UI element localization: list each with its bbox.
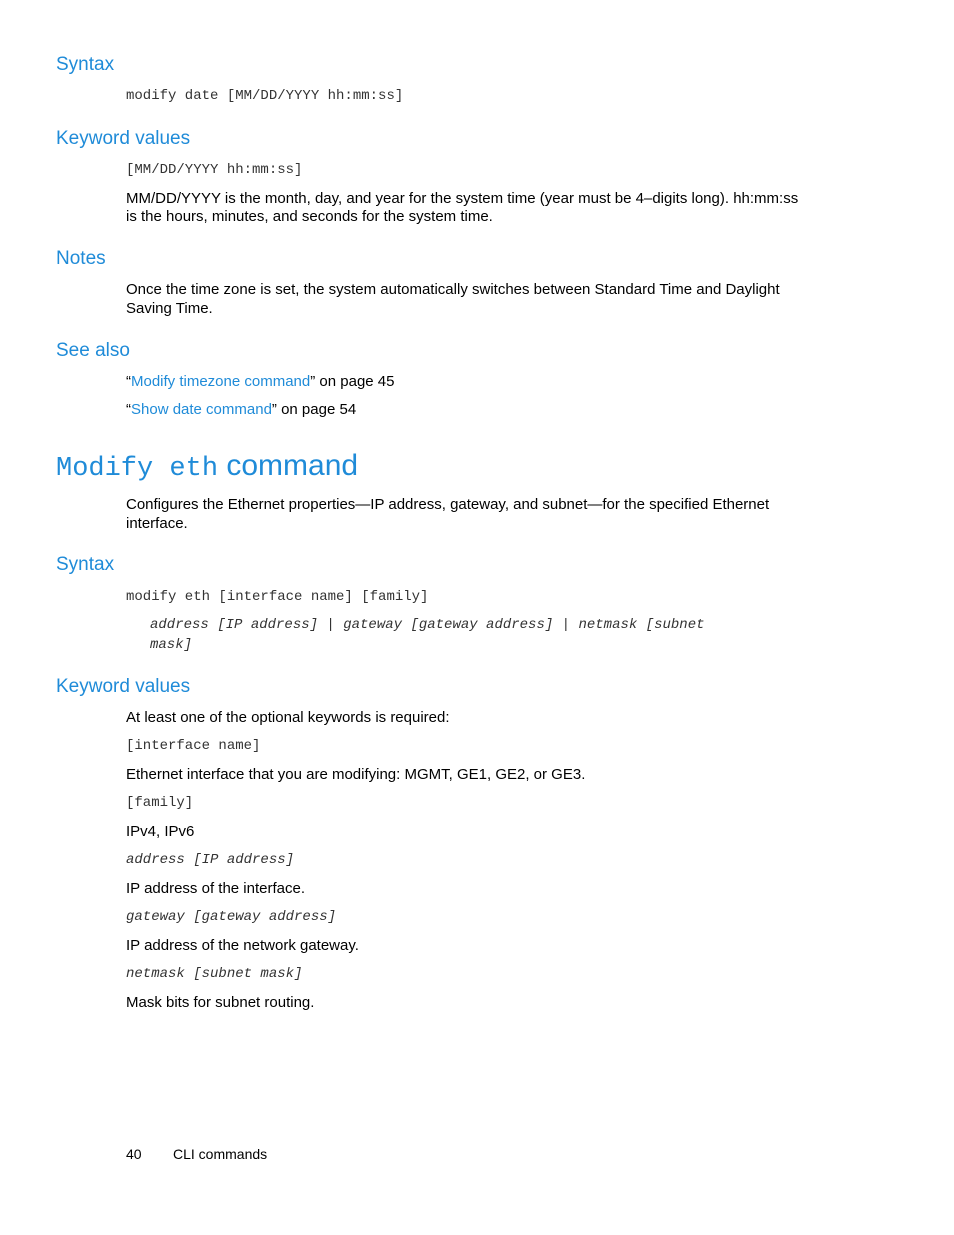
- see-also-item: “Show date command” on page 54: [126, 400, 356, 419]
- keyword-values-heading: Keyword values: [56, 128, 191, 149]
- see-also-heading: See also: [56, 340, 130, 361]
- syntax-heading: Syntax: [56, 54, 115, 75]
- page-reference: ” on page 45: [310, 373, 395, 390]
- keyword-desc-address: IP address of the interface.: [126, 880, 305, 897]
- footer-section-name: CLI commands: [173, 1146, 268, 1162]
- intro-line1: Configures the Ethernet properties—IP ad…: [126, 496, 770, 513]
- keyword-code-gateway: gateway [gateway address]: [126, 909, 337, 925]
- keyword-code: [MM/DD/YYYY hh:mm:ss]: [126, 162, 303, 178]
- keyword-code-family: [family]: [126, 795, 194, 811]
- syntax-code-2: modify eth [interface name] [family]: [126, 589, 429, 605]
- notes-line1: Once the time zone is set, the system au…: [126, 281, 780, 298]
- keyword-code-netmask: netmask [subnet mask]: [126, 966, 303, 982]
- notes-line2: Saving Time.: [126, 300, 213, 317]
- modify-timezone-command-link[interactable]: Modify timezone command: [131, 373, 310, 390]
- keyword-description-line2: is the hours, minutes, and seconds for t…: [126, 208, 493, 225]
- keyword-desc-gateway: IP address of the network gateway.: [126, 937, 359, 954]
- section-title: Modify eth command: [56, 449, 358, 484]
- keyword-code-interface-name: [interface name]: [126, 738, 261, 754]
- keyword-desc-interface-name: Ethernet interface that you are modifyin…: [126, 766, 586, 783]
- keyword-values-heading-2: Keyword values: [56, 676, 191, 697]
- keyword-description-line1: MM/DD/YYYY is the month, day, and year f…: [126, 190, 799, 207]
- page-number: 40: [126, 1146, 142, 1162]
- section-title-code: Modify eth: [56, 454, 219, 484]
- see-also-item: “Modify timezone command” on page 45: [126, 372, 395, 391]
- syntax-heading-2: Syntax: [56, 554, 115, 575]
- keyword-code-address: address [IP address]: [126, 852, 295, 868]
- keyword-intro: At least one of the optional keywords is…: [126, 709, 450, 726]
- keyword-desc-family: IPv4, IPv6: [126, 823, 195, 840]
- page-reference: ” on page 54: [271, 401, 357, 418]
- notes-heading: Notes: [56, 248, 106, 269]
- keyword-desc-netmask: Mask bits for subnet routing.: [126, 994, 315, 1011]
- syntax-options-line1: address [IP address] | gateway [gateway …: [150, 617, 705, 633]
- syntax-options-line2: mask]: [150, 637, 193, 653]
- show-date-command-link[interactable]: Show date command: [131, 401, 272, 418]
- section-title-text: command: [226, 449, 359, 482]
- syntax-code: modify date [MM/DD/YYYY hh:mm:ss]: [126, 88, 404, 104]
- intro-line2: interface.: [126, 515, 188, 532]
